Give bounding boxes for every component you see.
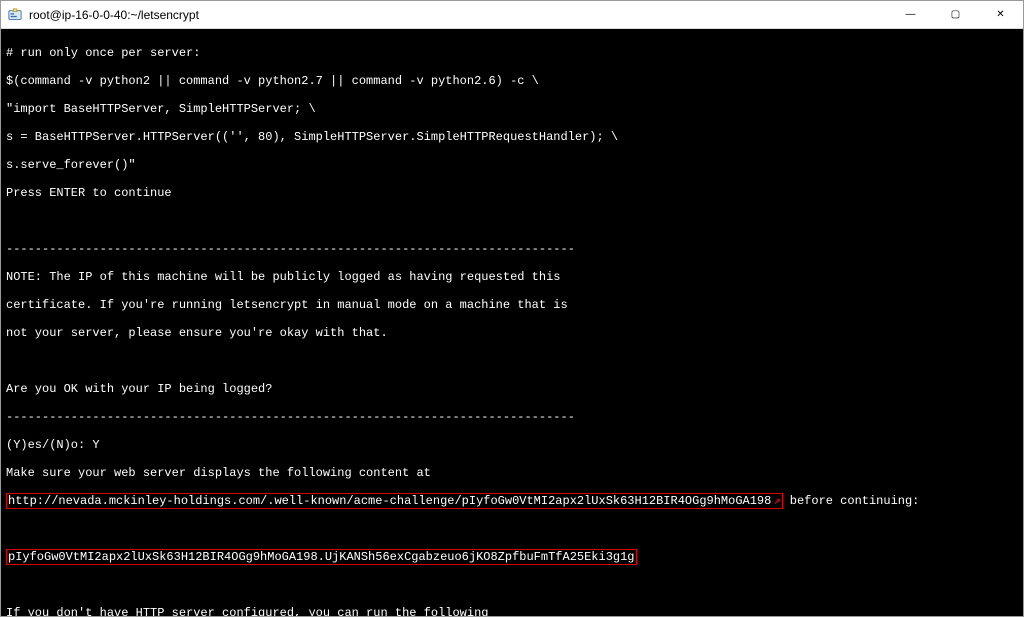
close-button[interactable]: ✕ — [978, 1, 1023, 28]
terminal-line: (Y)es/(N)o: Y — [6, 438, 1018, 452]
terminal-line: # run only once per server: — [6, 46, 1018, 60]
minimize-button[interactable]: — — [888, 1, 933, 28]
challenge-url: http://nevada.mckinley-holdings.com/.wel… — [6, 493, 783, 509]
terminal-line: Are you OK with your IP being logged? — [6, 382, 1018, 396]
terminal-line — [6, 578, 1018, 592]
terminal-line: pIyfoGw0VtMI2apx2lUxSk63H12BIR4OGg9hMoGA… — [6, 550, 1018, 564]
terminal-line: $(command -v python2 || command -v pytho… — [6, 74, 1018, 88]
terminal-line: s = BaseHTTPServer.HTTPServer(('', 80), … — [6, 130, 1018, 144]
terminal-line: not your server, please ensure you're ok… — [6, 326, 1018, 340]
terminal-line: "import BaseHTTPServer, SimpleHTTPServer… — [6, 102, 1018, 116]
terminal-line: ----------------------------------------… — [6, 410, 1018, 424]
terminal-line: certificate. If you're running letsencry… — [6, 298, 1018, 312]
terminal-line: Press ENTER to continue — [6, 186, 1018, 200]
terminal[interactable]: # run only once per server: $(command -v… — [1, 29, 1023, 616]
challenge-token: pIyfoGw0VtMI2apx2lUxSk63H12BIR4OGg9hMoGA… — [6, 549, 637, 565]
terminal-line — [6, 354, 1018, 368]
terminal-line: Make sure your web server displays the f… — [6, 466, 1018, 480]
terminal-line — [6, 214, 1018, 228]
putty-icon — [7, 7, 23, 23]
terminal-line: http://nevada.mckinley-holdings.com/.wel… — [6, 494, 1018, 508]
putty-window: root@ip-16-0-0-40:~/letsencrypt — ▢ ✕ # … — [0, 0, 1024, 617]
terminal-line: ----------------------------------------… — [6, 242, 1018, 256]
window-controls: — ▢ ✕ — [888, 1, 1023, 28]
terminal-line — [6, 522, 1018, 536]
window-title: root@ip-16-0-0-40:~/letsencrypt — [29, 8, 888, 22]
maximize-button[interactable]: ▢ — [933, 1, 978, 28]
titlebar[interactable]: root@ip-16-0-0-40:~/letsencrypt — ▢ ✕ — [1, 1, 1023, 29]
terminal-line: NOTE: The IP of this machine will be pub… — [6, 270, 1018, 284]
terminal-text: before continuing: — [783, 494, 920, 508]
terminal-line: s.serve_forever()" — [6, 158, 1018, 172]
terminal-line: If you don't have HTTP server configured… — [6, 606, 1018, 616]
